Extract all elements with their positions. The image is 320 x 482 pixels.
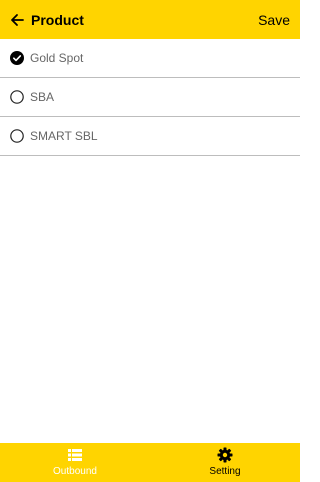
- radio-checked-icon[interactable]: [10, 51, 24, 65]
- product-item-smart-sbl[interactable]: SMART SBL: [0, 117, 300, 156]
- list-icon: [67, 447, 83, 463]
- product-list: Gold Spot SBA SMART SBL: [0, 39, 300, 156]
- product-item-label: SBA: [30, 90, 55, 104]
- product-item-label: SMART SBL: [30, 129, 98, 143]
- arrow-left-icon: [11, 13, 24, 26]
- product-item-label: Gold Spot: [30, 51, 84, 65]
- bottom-nav: Outbound Setting: [0, 443, 300, 482]
- save-button[interactable]: Save: [258, 12, 290, 28]
- radio-unchecked-icon[interactable]: [10, 90, 24, 104]
- tab-setting-label: Setting: [209, 466, 241, 477]
- tab-setting[interactable]: Setting: [150, 443, 300, 482]
- page-title: Product: [31, 11, 84, 28]
- product-item-gold-spot[interactable]: Gold Spot: [0, 39, 300, 78]
- tab-outbound-label: Outbound: [53, 466, 97, 477]
- app-bar: Product Save: [0, 0, 300, 39]
- product-item-sba[interactable]: SBA: [0, 78, 300, 117]
- gear-icon: [217, 447, 233, 463]
- back-button[interactable]: [8, 11, 26, 29]
- tab-outbound[interactable]: Outbound: [0, 443, 150, 482]
- radio-unchecked-icon[interactable]: [10, 129, 24, 143]
